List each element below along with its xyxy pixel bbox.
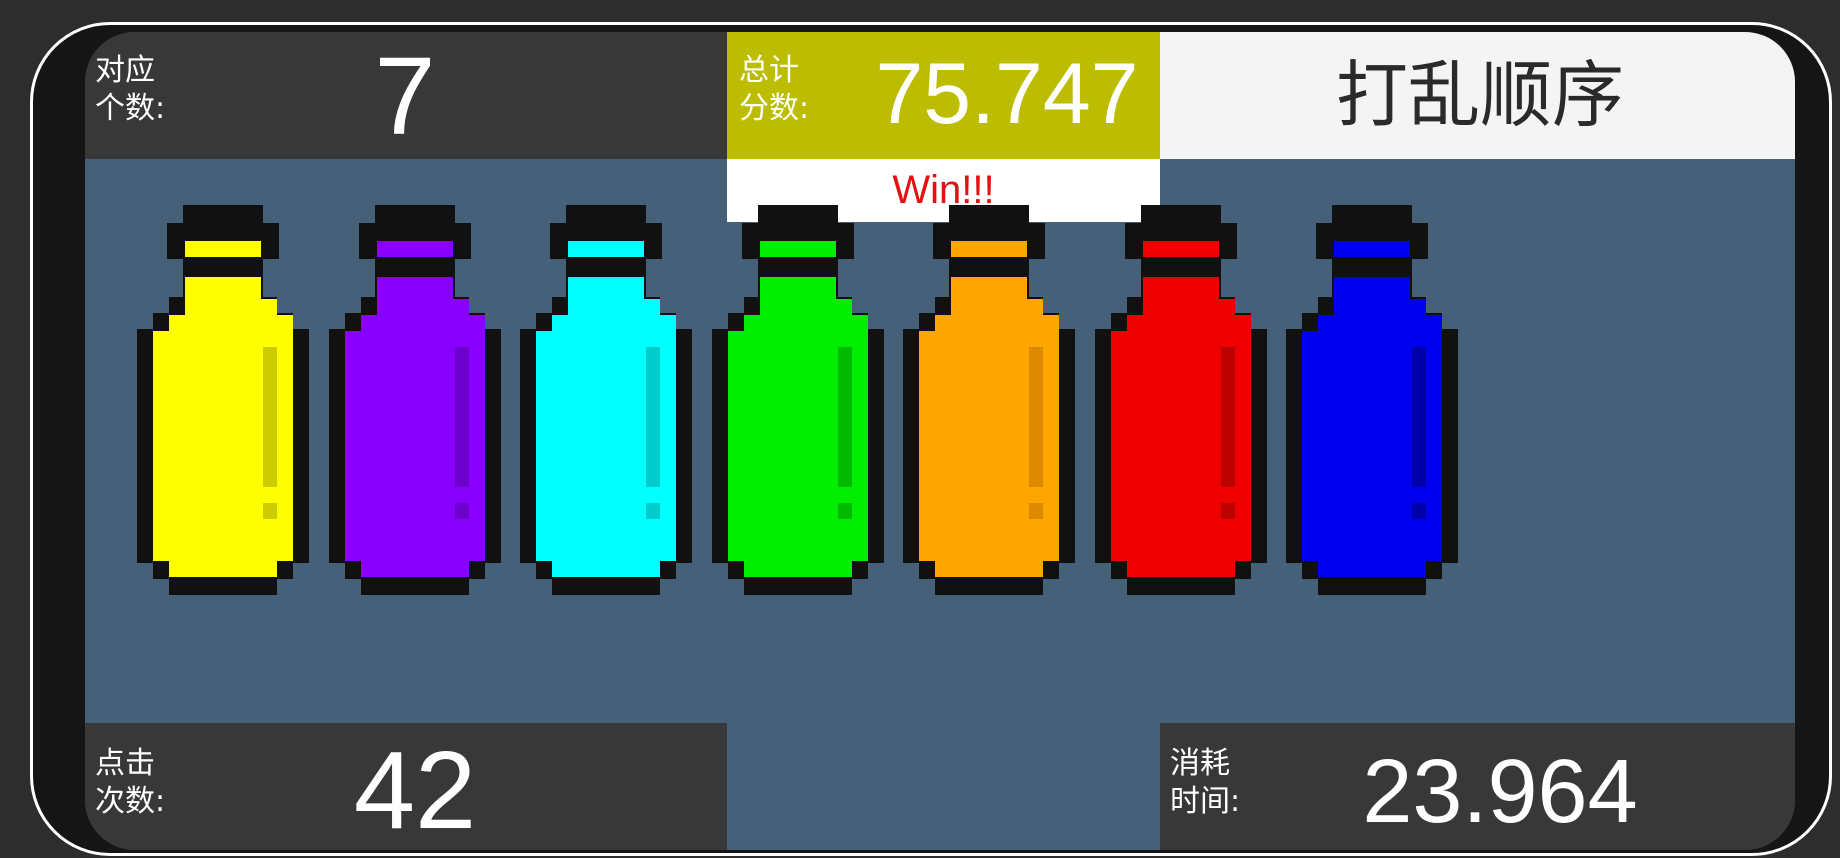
total-score-label: 总计 分数: [739, 53, 810, 126]
bottle-yellow[interactable] [137, 205, 311, 597]
click-count-value: 42 [353, 729, 477, 851]
bottle-cap [377, 241, 453, 257]
bottle-highlight-dot [1029, 503, 1043, 519]
match-count-label: 对应 个数: [95, 53, 166, 126]
bottle-highlight [1412, 347, 1426, 487]
match-count-value: 7 [374, 35, 436, 158]
bottle-cap [1334, 241, 1410, 257]
bottle-highlight-dot [1221, 503, 1235, 519]
elapsed-time-label: 消耗 时间: [1170, 746, 1241, 819]
elapsed-time-value: 23.964 [1362, 742, 1638, 842]
bottle-cap-top [391, 223, 439, 241]
bottle-cap [1143, 241, 1219, 257]
bottle-highlight-dot [646, 503, 660, 519]
match-count-panel: 对应 个数: 7 [85, 32, 727, 159]
bottle-highlight [1221, 347, 1235, 487]
elapsed-time-panel: 消耗 时间: 23.964 [1160, 723, 1795, 850]
bottle-highlight [838, 347, 852, 487]
bottle-cap-top [1348, 223, 1396, 241]
bottle-red[interactable] [1095, 205, 1269, 597]
bottle-cap [185, 241, 261, 257]
bottle-green[interactable] [712, 205, 886, 597]
bottle-cap-top [1157, 223, 1205, 241]
click-count-panel: 点击 次数: 42 [85, 723, 727, 850]
bottle-blue[interactable] [1286, 205, 1460, 597]
bottle-highlight-dot [263, 503, 277, 519]
bottle-cyan[interactable] [520, 205, 694, 597]
click-count-label: 点击 次数: [95, 746, 166, 819]
bottle-highlight-dot [838, 503, 852, 519]
bottle-cap [760, 241, 836, 257]
bottle-highlight-dot [455, 503, 469, 519]
bottle-cap [951, 241, 1027, 257]
total-score-value: 75.747 [875, 46, 1139, 142]
bottle-highlight [1029, 347, 1043, 487]
bottle-cap-top [199, 223, 247, 241]
total-score-panel: 总计 分数: 75.747 [727, 32, 1160, 159]
bottle-highlight [646, 347, 660, 487]
bottle-cap [568, 241, 644, 257]
shuffle-button[interactable]: 打乱顺序 [1160, 32, 1795, 159]
bottle-purple[interactable] [329, 205, 503, 597]
bottle-cap-top [965, 223, 1013, 241]
bottle-cap-top [774, 223, 822, 241]
bottle-highlight [263, 347, 277, 487]
bottle-highlight-dot [1412, 503, 1426, 519]
bottle-orange[interactable] [903, 205, 1077, 597]
bottle-highlight [455, 347, 469, 487]
bottle-cap-top [582, 223, 630, 241]
